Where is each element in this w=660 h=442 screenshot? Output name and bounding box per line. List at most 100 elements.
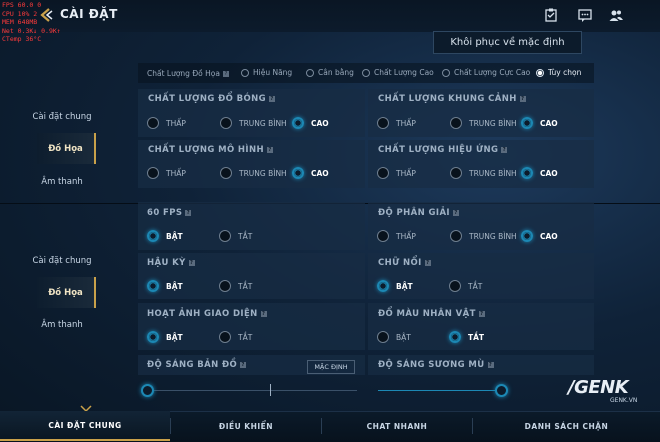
restore-defaults-button[interactable]: Khôi phục về mặc định <box>433 31 582 54</box>
option-low[interactable]: THẤP <box>147 117 186 129</box>
help-icon[interactable]: ? <box>240 361 247 368</box>
tab-quick-chat[interactable]: CHAT NHANH <box>322 411 472 441</box>
option-off[interactable]: TẮT <box>449 280 482 292</box>
option-off[interactable]: TẮT <box>219 331 252 343</box>
option-on[interactable]: BẬT <box>377 331 411 343</box>
map-brightness-slider-track[interactable] <box>147 390 357 391</box>
help-icon[interactable]: ? <box>188 259 195 266</box>
radio-icon[interactable] <box>306 68 314 77</box>
radio-selected-icon[interactable] <box>521 117 533 129</box>
sidebar-item-general[interactable]: Cài đặt chung <box>18 112 106 122</box>
sidebar-item-graphics[interactable]: Đồ Họa <box>37 133 96 164</box>
radio-selected-icon[interactable] <box>377 280 389 292</box>
radio-icon[interactable] <box>450 230 462 242</box>
help-icon[interactable]: ? <box>424 259 431 266</box>
option-low[interactable]: THẤP <box>147 167 186 179</box>
tab-block-list[interactable]: DANH SÁCH CHẶN <box>473 411 660 441</box>
help-icon[interactable]: ? <box>501 146 508 153</box>
help-icon[interactable]: ? <box>260 310 267 317</box>
option-medium[interactable]: TRUNG BÌNH <box>220 167 287 179</box>
friends-icon[interactable] <box>608 7 624 23</box>
radio-selected-icon[interactable] <box>521 230 533 242</box>
radio-icon[interactable] <box>450 167 462 179</box>
option-high[interactable]: CAO <box>521 117 558 129</box>
option-off[interactable]: TẮT <box>449 331 484 343</box>
option-on[interactable]: BẬT <box>147 230 183 242</box>
radio-icon[interactable] <box>377 167 389 179</box>
map-brightness-default-button[interactable]: MẶC ĐỊNH <box>307 360 355 374</box>
help-icon[interactable]: ? <box>267 146 274 153</box>
option-low[interactable]: THẤP <box>377 117 416 129</box>
quality-option-performance[interactable]: Hiệu Năng <box>241 68 292 77</box>
radio-selected-icon[interactable] <box>521 167 533 179</box>
back-arrow-icon[interactable] <box>38 7 54 23</box>
quality-option-balanced[interactable]: Cân bằng <box>306 68 354 77</box>
sidebar-item-sound[interactable]: Âm thanh <box>18 320 106 330</box>
radio-icon[interactable] <box>377 117 389 129</box>
radio-selected-icon[interactable] <box>147 280 159 292</box>
task-checklist-icon[interactable] <box>543 7 559 23</box>
help-icon[interactable]: ? <box>478 310 485 317</box>
sidebar-item-sound[interactable]: Âm thanh <box>18 177 106 187</box>
sidebar-item-graphics[interactable]: Đồ Họa <box>37 277 96 308</box>
radio-icon[interactable] <box>449 280 461 292</box>
chat-icon[interactable] <box>577 7 593 23</box>
panel-title-text: CHẤT LƯỢNG ĐỔ BÓNG <box>148 94 266 104</box>
option-on[interactable]: BẬT <box>377 280 413 292</box>
graphics-quality-bar: Chất Lượng Đồ Họa? Hiệu Năng Cân bằng Ch… <box>138 63 594 83</box>
radio-selected-icon[interactable] <box>147 230 159 242</box>
option-medium[interactable]: TRUNG BÌNH <box>220 117 287 129</box>
map-brightness-slider-knob[interactable] <box>141 384 154 397</box>
option-high[interactable]: CAO <box>292 117 329 129</box>
option-medium[interactable]: TRUNG BÌNH <box>450 117 517 129</box>
radio-selected-icon[interactable] <box>292 167 304 179</box>
tab-general-settings[interactable]: CÀI ĐẶT CHUNG <box>0 411 170 441</box>
option-label: TẮT <box>238 332 253 342</box>
tab-controls[interactable]: ĐIỀU KHIỂN <box>171 411 321 441</box>
radio-icon[interactable] <box>362 68 370 77</box>
help-icon[interactable]: ? <box>268 95 275 102</box>
option-low[interactable]: THẤP <box>377 167 416 179</box>
radio-icon[interactable] <box>450 117 462 129</box>
help-icon[interactable]: ? <box>185 209 192 216</box>
panel-shadow-quality: CHẤT LƯỢNG ĐỔ BÓNG? THẤP TRUNG BÌNH CAO <box>138 89 365 137</box>
radio-selected-icon[interactable] <box>449 331 461 343</box>
radio-icon[interactable] <box>219 331 231 343</box>
help-icon[interactable]: ? <box>222 71 229 77</box>
option-off[interactable]: TẮT <box>219 280 252 292</box>
option-on[interactable]: BẬT <box>147 331 183 343</box>
option-high[interactable]: CAO <box>292 167 329 179</box>
option-high[interactable]: CAO <box>521 230 558 242</box>
quality-option-high[interactable]: Chất Lượng Cao <box>362 68 434 77</box>
option-high[interactable]: CAO <box>521 167 558 179</box>
option-on[interactable]: BẬT <box>147 280 183 292</box>
help-icon[interactable]: ? <box>487 361 494 368</box>
option-label: CAO <box>540 118 558 128</box>
option-label: BẬT <box>396 332 411 342</box>
quality-option-custom[interactable]: Tùy chọn <box>536 68 581 77</box>
option-off[interactable]: TẮT <box>219 230 252 242</box>
panel-60fps: 60 FPS? BẬT TẮT <box>138 202 365 250</box>
radio-icon[interactable] <box>147 167 159 179</box>
radio-icon[interactable] <box>377 230 389 242</box>
radio-icon[interactable] <box>220 167 232 179</box>
radio-selected-icon[interactable] <box>292 117 304 129</box>
radio-selected-icon[interactable] <box>536 68 544 77</box>
radio-icon[interactable] <box>377 331 389 343</box>
radio-selected-icon[interactable] <box>147 331 159 343</box>
radio-icon[interactable] <box>219 280 231 292</box>
help-icon[interactable]: ? <box>519 95 526 102</box>
radio-icon[interactable] <box>241 68 249 77</box>
sidebar-item-general[interactable]: Cài đặt chung <box>18 256 106 266</box>
help-icon[interactable]: ? <box>452 209 459 216</box>
fog-brightness-slider-track[interactable] <box>378 390 502 391</box>
option-medium[interactable]: TRUNG BÌNH <box>450 230 517 242</box>
option-medium[interactable]: TRUNG BÌNH <box>450 167 517 179</box>
radio-icon[interactable] <box>220 117 232 129</box>
option-low[interactable]: THẤP <box>377 230 416 242</box>
radio-icon[interactable] <box>442 68 450 77</box>
quality-option-ultra[interactable]: Chất Lượng Cực Cao <box>442 68 530 77</box>
radio-icon[interactable] <box>147 117 159 129</box>
fog-brightness-slider-knob[interactable] <box>495 384 508 397</box>
radio-icon[interactable] <box>219 230 231 242</box>
